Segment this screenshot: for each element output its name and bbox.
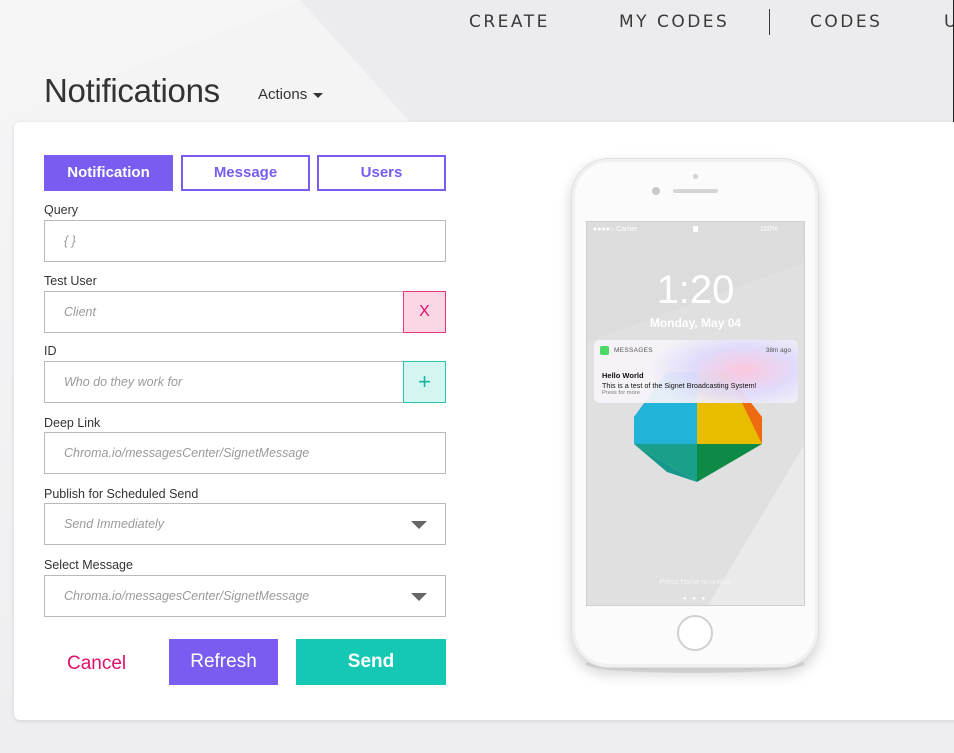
phone-sensor-icon — [693, 174, 698, 179]
publish-select[interactable]: Send Immediately — [44, 503, 446, 545]
status-battery: 100% — [760, 226, 778, 233]
remove-test-user-button[interactable]: X — [403, 291, 446, 333]
id-input[interactable]: Who do they work for — [44, 361, 404, 403]
add-id-button[interactable]: + — [403, 361, 446, 403]
phone-speaker — [673, 189, 718, 193]
notification-time: 38m ago — [765, 347, 791, 354]
refresh-button[interactable]: Refresh — [169, 639, 278, 685]
test-user-placeholder: Client — [64, 305, 96, 319]
home-button — [677, 615, 713, 651]
status-carrier: ●●●●○ Carrier — [593, 226, 638, 233]
query-label: Query — [44, 203, 79, 217]
publish-value: Send Immediately — [64, 517, 165, 531]
nav-my-codes[interactable]: MY CODES — [619, 12, 729, 32]
chevron-down-icon — [411, 593, 427, 601]
nav-divider — [769, 9, 770, 35]
test-user-input[interactable]: Client — [44, 291, 404, 333]
top-nav: CREATE MY CODES CODES U — [0, 9, 954, 36]
send-button[interactable]: Send — [296, 639, 446, 685]
deep-link-label: Deep Link — [44, 416, 101, 430]
publish-label: Publish for Scheduled Send — [44, 487, 199, 501]
chevron-down-icon — [411, 521, 427, 529]
notification-app-name: MESSAGES — [614, 347, 653, 354]
actions-dropdown[interactable]: Actions — [258, 86, 324, 103]
phone-camera-icon — [652, 187, 660, 195]
select-message-value: Chroma.io/messagesCenter/SignetMessage — [64, 589, 310, 603]
tab-users[interactable]: Users — [317, 155, 446, 191]
unlock-hint: Press home to unlock — [659, 577, 732, 586]
select-message-label: Select Message — [44, 558, 133, 572]
nav-create[interactable]: CREATE — [469, 12, 550, 32]
notification-more: Press for more — [602, 390, 641, 396]
tab-message[interactable]: Message — [181, 155, 310, 191]
lockscreen-time: 1:20 — [656, 268, 735, 312]
test-user-label: Test User — [44, 274, 97, 288]
deep-link-placeholder: Chroma.io/messagesCenter/SignetMessage — [64, 446, 310, 460]
select-message-select[interactable]: Chroma.io/messagesCenter/SignetMessage — [44, 575, 446, 617]
deep-link-input[interactable]: Chroma.io/messagesCenter/SignetMessage — [44, 432, 446, 474]
lock-icon — [693, 226, 698, 232]
notification-body: This is a test of the Signet Broadcastin… — [602, 381, 757, 390]
caret-down-icon — [313, 92, 324, 98]
page-title: Notifications — [44, 72, 220, 109]
messages-app-icon — [600, 346, 609, 355]
id-label: ID — [44, 344, 57, 358]
actions-label: Actions — [258, 86, 308, 103]
id-placeholder: Who do they work for — [64, 375, 183, 389]
notification-title: Hello World — [602, 371, 644, 380]
cancel-button[interactable]: Cancel — [67, 653, 126, 675]
query-placeholder: { } — [64, 234, 76, 248]
page-dots: ● ● ● — [683, 596, 708, 602]
query-input[interactable]: { } — [44, 220, 446, 262]
lockscreen-date: Monday, May 04 — [649, 316, 742, 330]
tab-notification[interactable]: Notification — [44, 155, 173, 191]
nav-codes[interactable]: CODES — [810, 12, 882, 32]
push-notification: MESSAGES 38m ago Hello World This is a t… — [594, 340, 798, 403]
